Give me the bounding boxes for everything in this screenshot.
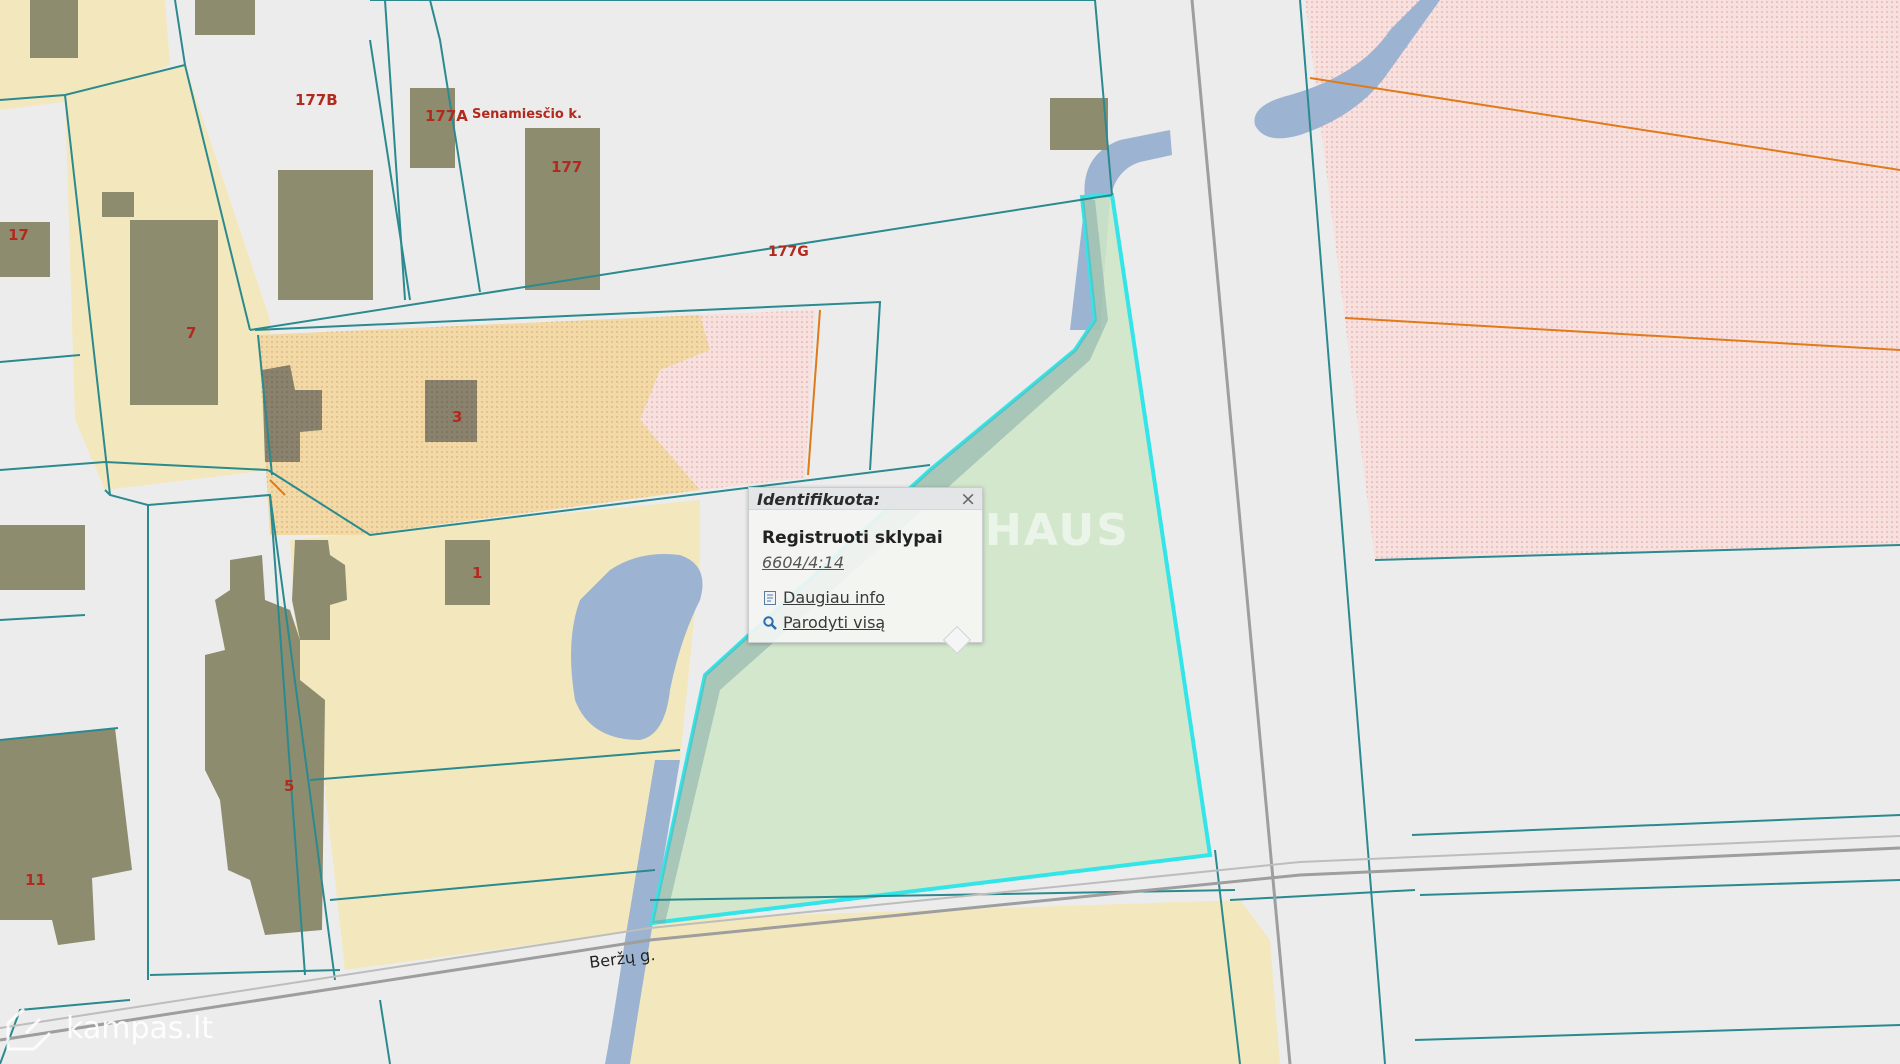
parcel-label-177a: 177A xyxy=(425,107,468,125)
parcel-label-177b: 177B xyxy=(295,91,338,109)
watermark: HAUS xyxy=(985,505,1130,556)
parcel-label-17: 17 xyxy=(8,226,29,244)
popup-header-label: Identifikuota: xyxy=(757,490,881,509)
parcel-label-11: 11 xyxy=(25,871,46,889)
parcel-label-1: 1 xyxy=(472,564,482,582)
parcel-label-3: 3 xyxy=(452,408,462,426)
document-icon xyxy=(764,590,776,605)
parcel-label-177g: 177G xyxy=(768,244,809,260)
more-info-link[interactable]: Daugiau info xyxy=(762,588,885,607)
show-all-link[interactable]: Parodyti visą xyxy=(762,613,885,632)
identify-popup: Identifikuota: × Registruoti sklypai 660… xyxy=(748,487,983,655)
close-icon[interactable]: × xyxy=(960,488,976,510)
parcel-id-link[interactable]: 6604/4:14 xyxy=(762,553,844,572)
magnifier-icon xyxy=(763,615,777,630)
popup-header: Identifikuota: × xyxy=(749,488,982,510)
brand-logo-icon xyxy=(6,1007,52,1051)
brand-text: kampas.lt xyxy=(66,1010,214,1046)
more-info-label: Daugiau info xyxy=(783,588,885,607)
parcel-label-5: 5 xyxy=(284,777,294,795)
place-label: Senamiesčio k. xyxy=(472,107,582,122)
show-all-label: Parodyti visą xyxy=(783,613,886,632)
parcel-label-7: 7 xyxy=(186,324,196,342)
popup-layer-title: Registruoti sklypai xyxy=(762,528,943,548)
parcel-label-177: 177 xyxy=(551,158,582,176)
brand-logo: kampas.lt xyxy=(4,1003,213,1053)
